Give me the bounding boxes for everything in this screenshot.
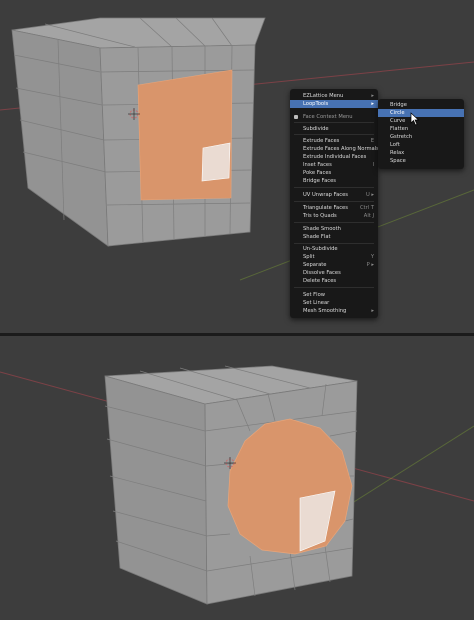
menu-item-dissolve-faces[interactable]: Dissolve Faces [290,269,378,277]
menu-item-uv-unwrap[interactable]: UV Unwrap Faces U ▸ [290,191,378,199]
submenu-item-space[interactable]: Space [378,157,464,165]
menu-header-icon [294,115,298,119]
submenu-item-bridge[interactable]: Bridge [378,101,464,109]
menu-item-extrude-normals[interactable]: Extrude Faces Along Normals [290,145,379,153]
menu-item-set-linear[interactable]: Set Linear [290,299,378,307]
submenu-item-loft[interactable]: Loft [378,141,464,149]
selected-faces[interactable] [137,69,233,201]
active-face[interactable] [201,142,231,182]
menu-item-un-subdivide[interactable]: Un-Subdivide [290,245,378,253]
menu-item-set-flow[interactable]: Set Flow [290,291,378,299]
submenu-item-flatten[interactable]: Flatten [378,125,464,133]
menu-separator [294,187,374,188]
menu-separator [294,201,374,202]
looptools-submenu: Bridge Circle Curve Flatten Gstretch Lof… [378,99,464,169]
menu-item-shade-flat[interactable]: Shade Flat [290,233,378,241]
menu-item-tris-to-quads[interactable]: Tris to Quads Alt J [290,212,378,220]
menu-item-triangulate[interactable]: Triangulate Faces Ctrl T [290,204,378,212]
context-menu: EZLattice Menu ▸ LoopTools ▸ Face Context … [290,89,379,318]
menu-item-looptools[interactable]: LoopTools ▸ [290,100,378,108]
submenu-arrow-icon: ▸ [371,308,374,314]
menu-separator [294,122,374,123]
mouse-cursor-icon [410,112,420,126]
menu-item-shade-smooth[interactable]: Shade Smooth [290,225,378,233]
submenu-item-relax[interactable]: Relax [378,149,464,157]
menu-item-separate[interactable]: Separate P ▸ [290,261,378,269]
menu-item-extrude-individual[interactable]: Extrude Individual Faces [290,153,378,161]
cube-left-face[interactable] [11,29,109,247]
menu-item-poke-faces[interactable]: Poke Faces [290,169,378,177]
menu-item-inset-faces[interactable]: Inset Faces I [290,161,378,169]
menu-header-face-context: Face Context Menu [290,113,378,121]
menu-item-delete-faces[interactable]: Delete Faces [290,277,378,285]
submenu-arrow-icon: ▸ [371,101,374,107]
menu-separator [294,134,374,135]
menu-item-subdivide[interactable]: Subdivide [290,125,378,133]
submenu-item-curve[interactable]: Curve [378,117,464,125]
viewport-bottom-canvas[interactable] [0,336,474,620]
viewport-top[interactable]: EZLattice Menu ▸ LoopTools ▸ Face Context … [0,0,474,333]
menu-separator [294,222,374,223]
menu-item-extrude-faces[interactable]: Extrude Faces E [290,137,378,145]
menu-separator [294,287,374,288]
menu-item-bridge-faces[interactable]: Bridge Faces [290,177,378,185]
menu-item-ezlattice[interactable]: EZLattice Menu ▸ [290,92,378,100]
submenu-item-circle[interactable]: Circle [378,109,464,117]
menu-item-mesh-smoothing[interactable]: Mesh Smoothing ▸ [290,307,378,315]
menu-separator [294,243,374,244]
menu-item-split[interactable]: Split Y [290,253,378,261]
cube-left-face[interactable] [104,375,208,605]
submenu-item-gstretch[interactable]: Gstretch [378,133,464,141]
submenu-arrow-icon: ▸ [371,93,374,99]
viewport-bottom[interactable] [0,336,474,620]
